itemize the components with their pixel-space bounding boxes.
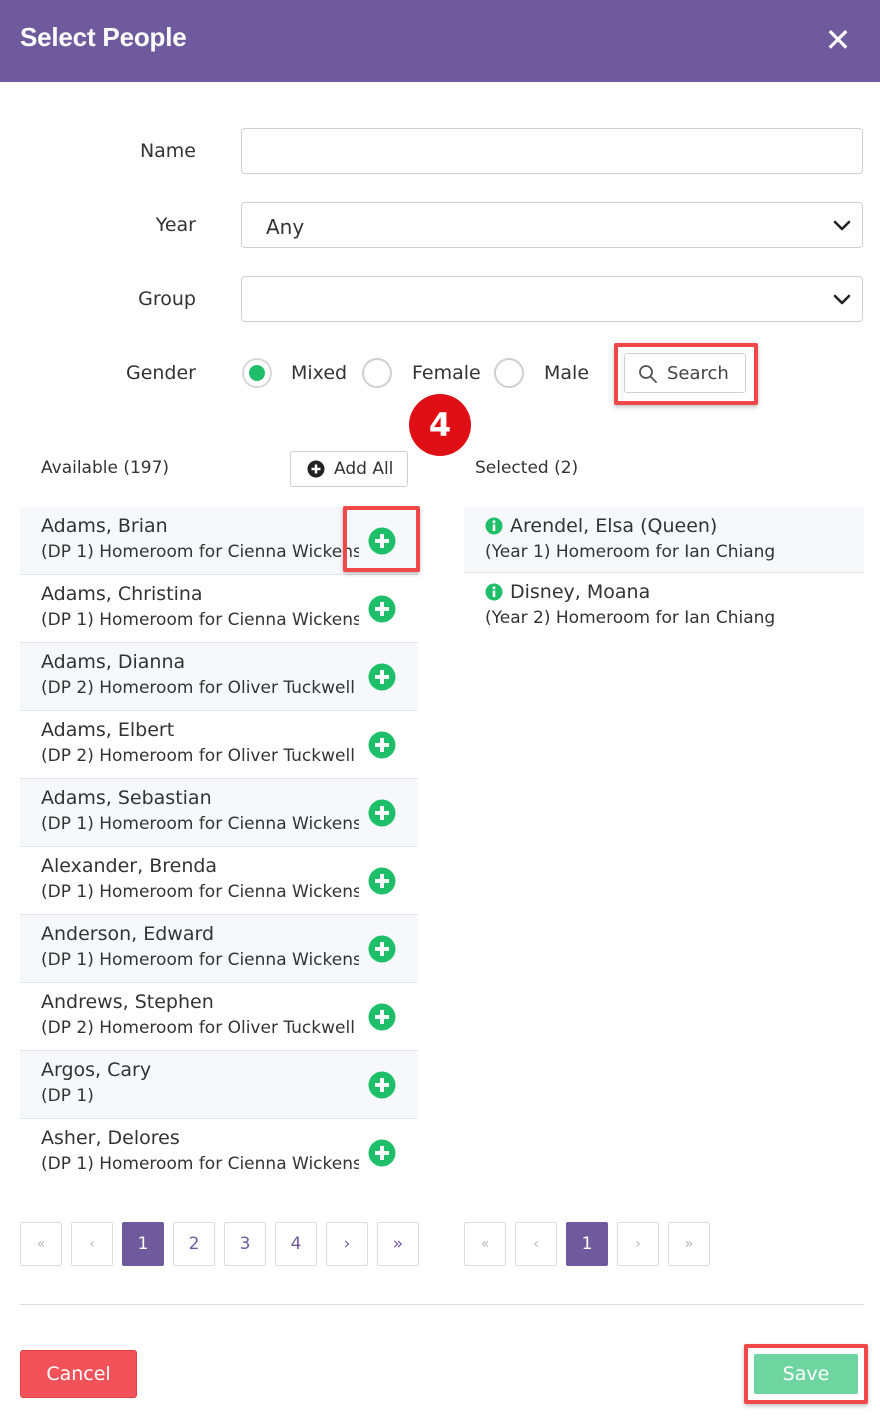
list-item: Argos, Cary (DP 1) — [20, 1051, 418, 1119]
pager-next-button[interactable]: › — [326, 1222, 368, 1266]
add-circle-icon[interactable] — [368, 731, 396, 759]
info-icon[interactable] — [485, 583, 503, 601]
cancel-button[interactable]: Cancel — [20, 1350, 137, 1398]
info-icon[interactable] — [485, 517, 503, 535]
available-pagination: « ‹ 1 2 3 4 › » — [20, 1222, 428, 1266]
year-label: Year — [155, 214, 196, 236]
name-input[interactable] — [241, 128, 863, 174]
person-detail: (DP 1) Homeroom for Cienna Wickens — [41, 882, 359, 902]
add-circle-icon[interactable] — [368, 1071, 396, 1099]
gender-label: Gender — [125, 362, 196, 384]
close-icon[interactable]: ✕ — [818, 20, 858, 60]
person-detail: (DP 1) Homeroom for Cienna Wickens — [41, 950, 359, 970]
list-item: Adams, Elbert (DP 2) Homeroom for Oliver… — [20, 711, 418, 779]
chevron-down-icon — [833, 294, 851, 305]
person-name: Anderson, Edward — [41, 923, 215, 945]
search-button-label: Search — [667, 363, 729, 384]
gender-radio-male[interactable] — [494, 358, 524, 388]
pager-last-button[interactable]: » — [377, 1222, 419, 1266]
list-item: Anderson, Edward (DP 1) Homeroom for Cie… — [20, 915, 418, 983]
selected-title: Selected (2) — [475, 458, 579, 478]
person-name: Asher, Delores — [41, 1127, 180, 1149]
gender-label-male: Male — [544, 362, 590, 384]
list-item: Andrews, Stephen (DP 2) Homeroom for Oli… — [20, 983, 418, 1051]
add-circle-icon[interactable] — [368, 1139, 396, 1167]
add-circle-icon[interactable] — [368, 1003, 396, 1031]
list-item: Adams, Dianna (DP 2) Homeroom for Oliver… — [20, 643, 418, 711]
year-select-value: Any — [266, 215, 305, 239]
list-item: Alexander, Brenda (DP 1) Homeroom for Ci… — [20, 847, 418, 915]
person-detail: (DP 2) Homeroom for Oliver Tuckwell — [41, 746, 355, 766]
person-detail: (Year 2) Homeroom for Ian Chiang — [485, 608, 776, 628]
person-name: Adams, Dianna — [41, 651, 186, 673]
selected-pagination: « ‹ 1 › » — [464, 1222, 719, 1266]
pager-first-button[interactable]: « — [20, 1222, 62, 1266]
person-name: Disney, Moana — [510, 581, 651, 603]
list-item: Asher, Delores (DP 1) Homeroom for Cienn… — [20, 1119, 418, 1187]
pager-next-button[interactable]: › — [617, 1222, 659, 1266]
gender-label-mixed: Mixed — [291, 362, 348, 384]
footer-divider — [20, 1304, 864, 1305]
year-select[interactable]: Any — [241, 202, 863, 248]
person-detail: (Year 1) Homeroom for Ian Chiang — [485, 542, 776, 562]
add-circle-icon[interactable] — [368, 799, 396, 827]
step-badge: 4 — [409, 394, 471, 456]
add-circle-icon[interactable] — [368, 595, 396, 623]
person-name: Argos, Cary — [41, 1059, 152, 1081]
pager-page-button[interactable]: 3 — [224, 1222, 266, 1266]
add-all-label: Add All — [334, 459, 394, 479]
person-detail: (DP 1) Homeroom for Cienna Wickens — [41, 542, 359, 562]
person-name: Adams, Brian — [41, 515, 168, 537]
search-icon — [639, 365, 657, 383]
dialog-header: Select People ✕ — [0, 0, 880, 82]
person-detail: (DP 1) — [41, 1086, 94, 1106]
dialog-title: Select People — [20, 22, 187, 52]
selected-list: Arendel, Elsa (Queen) (Year 1) Homeroom … — [464, 507, 864, 639]
name-label: Name — [139, 140, 196, 162]
list-item: Adams, Brian (DP 1) Homeroom for Cienna … — [20, 507, 418, 575]
pager-first-button[interactable]: « — [464, 1222, 506, 1266]
pager-last-button[interactable]: » — [668, 1222, 710, 1266]
add-circle-icon[interactable] — [368, 527, 396, 555]
gender-radio-mixed[interactable] — [242, 358, 272, 388]
list-item: Adams, Christina (DP 1) Homeroom for Cie… — [20, 575, 418, 643]
add-all-button[interactable]: Add All — [290, 451, 408, 487]
chevron-down-icon — [833, 220, 851, 231]
plus-circle-icon — [307, 460, 325, 478]
list-item: Disney, Moana (Year 2) Homeroom for Ian … — [464, 573, 864, 639]
pager-page-button[interactable]: 1 — [122, 1222, 164, 1266]
pager-prev-button[interactable]: ‹ — [71, 1222, 113, 1266]
group-select[interactable] — [241, 276, 863, 322]
person-name: Andrews, Stephen — [41, 991, 214, 1013]
pager-page-button[interactable]: 2 — [173, 1222, 215, 1266]
person-name: Alexander, Brenda — [41, 855, 218, 877]
person-name: Adams, Christina — [41, 583, 203, 605]
pager-page-button[interactable]: 4 — [275, 1222, 317, 1266]
person-detail: (DP 1) Homeroom for Cienna Wickens — [41, 610, 359, 630]
available-title: Available (197) — [41, 458, 170, 478]
person-name: Arendel, Elsa (Queen) — [510, 515, 718, 537]
save-button[interactable]: Save — [754, 1354, 858, 1394]
person-detail: (DP 2) Homeroom for Oliver Tuckwell — [41, 678, 355, 698]
list-item: Arendel, Elsa (Queen) (Year 1) Homeroom … — [464, 507, 864, 573]
list-item: Adams, Sebastian (DP 1) Homeroom for Cie… — [20, 779, 418, 847]
person-name: Adams, Elbert — [41, 719, 175, 741]
person-detail: (DP 1) Homeroom for Cienna Wickens — [41, 814, 359, 834]
add-circle-icon[interactable] — [368, 935, 396, 963]
gender-label-female: Female — [412, 362, 481, 384]
search-button[interactable]: Search — [624, 353, 746, 393]
pager-prev-button[interactable]: ‹ — [515, 1222, 557, 1266]
gender-radio-female[interactable] — [362, 358, 392, 388]
person-name: Adams, Sebastian — [41, 787, 212, 809]
person-detail: (DP 2) Homeroom for Oliver Tuckwell — [41, 1018, 355, 1038]
group-label: Group — [138, 288, 196, 310]
add-circle-icon[interactable] — [368, 663, 396, 691]
pager-page-button[interactable]: 1 — [566, 1222, 608, 1266]
person-detail: (DP 1) Homeroom for Cienna Wickens — [41, 1154, 359, 1174]
available-list: Adams, Brian (DP 1) Homeroom for Cienna … — [20, 507, 418, 1187]
add-circle-icon[interactable] — [368, 867, 396, 895]
